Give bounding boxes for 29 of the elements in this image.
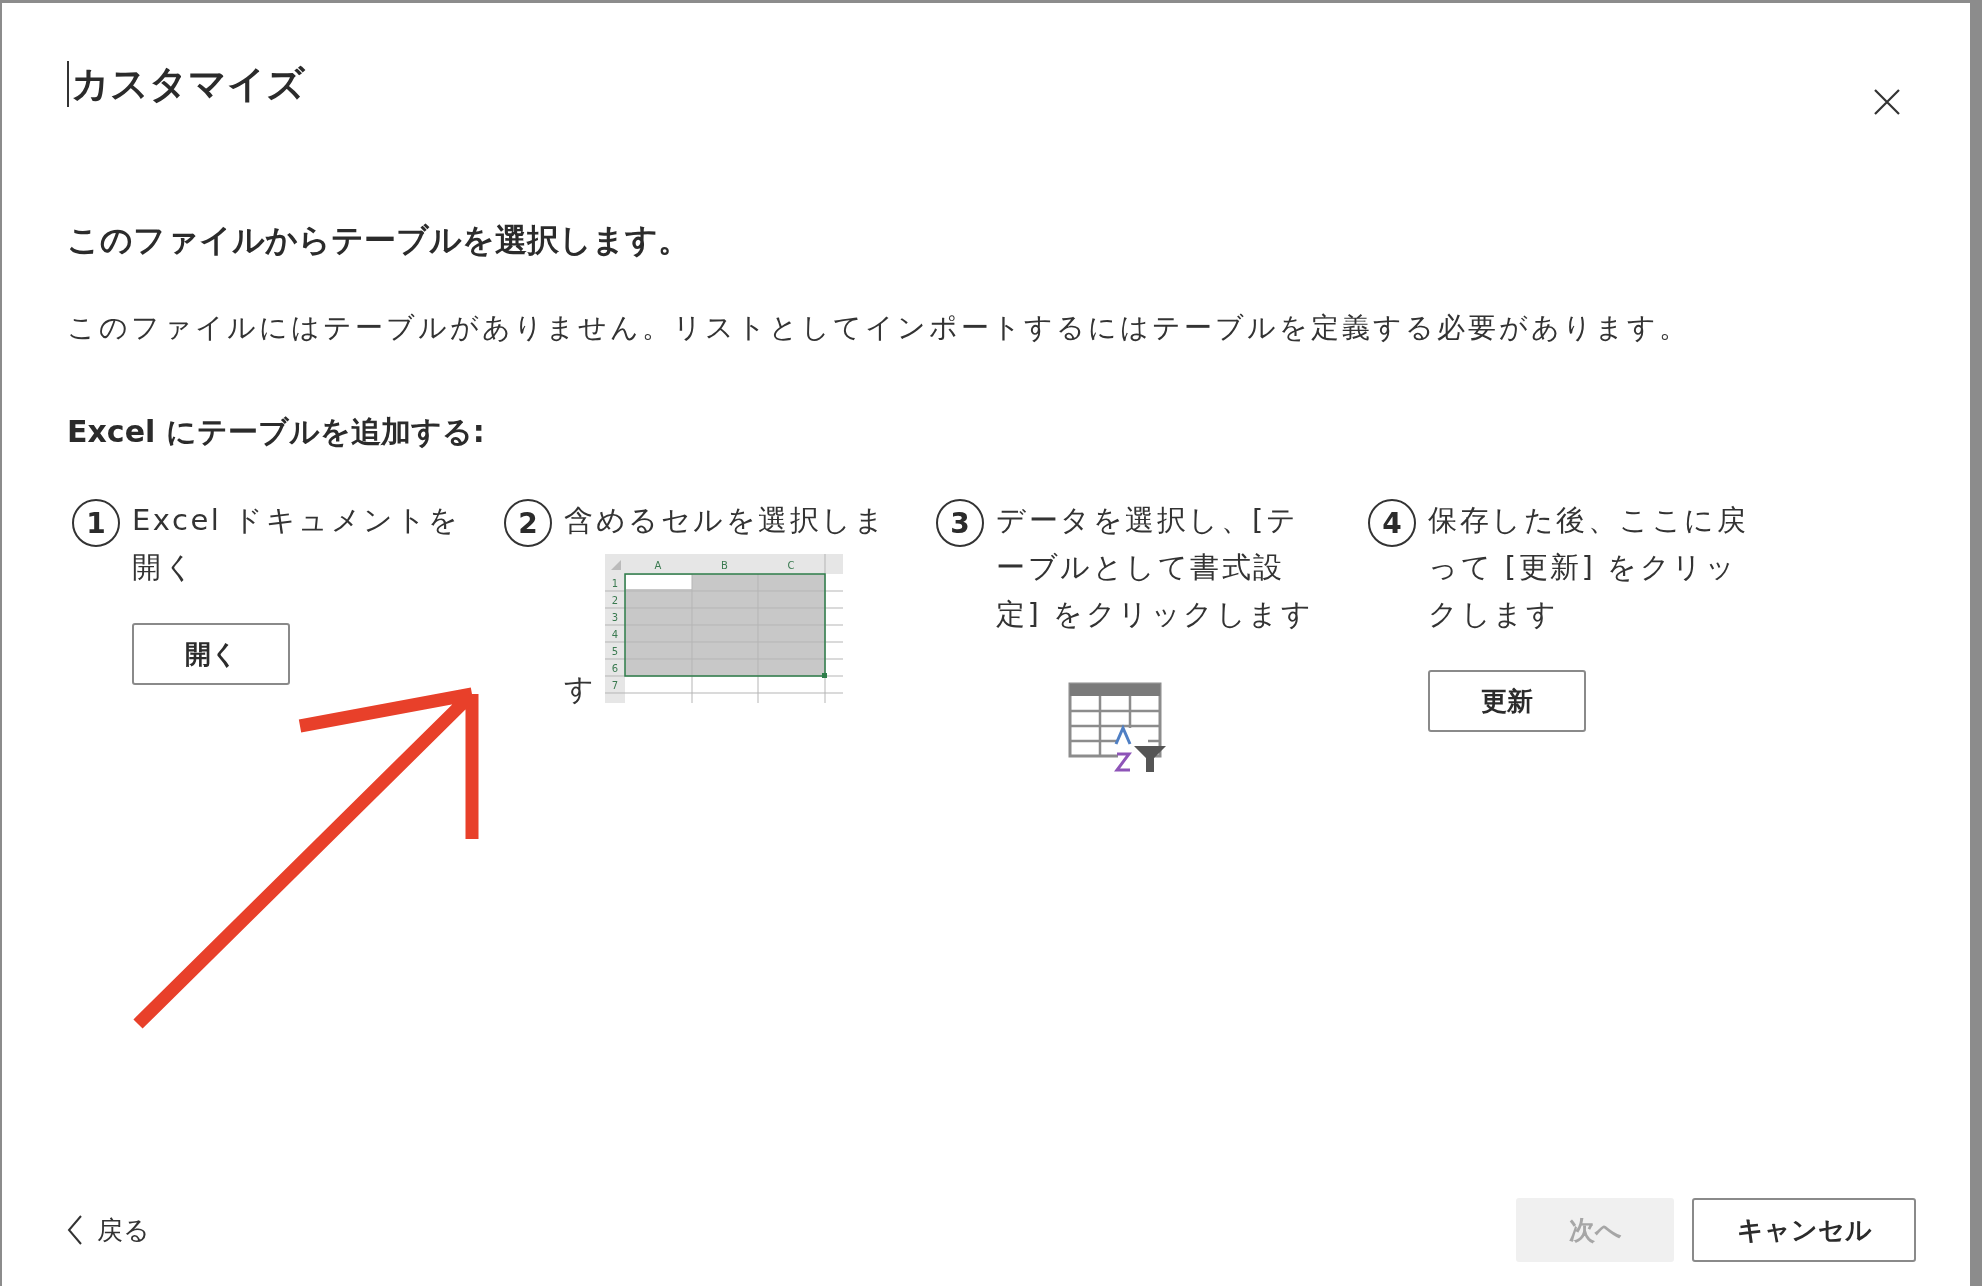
step-button[interactable]: 更新 [1428, 670, 1586, 732]
message-text: このファイルにはテーブルがありません。リストとしてインポートするにはテーブルを定義する必要があります。 [67, 310, 1691, 346]
step-text: 保存した後、ここに戻って [更新] をクリックします [1428, 502, 1749, 633]
step-number: 3 [936, 499, 984, 547]
back-icon [67, 1215, 83, 1245]
dialog-title: カスタマイズ [67, 61, 305, 107]
step-text: Excel ドキュメントを開く [132, 502, 462, 586]
row-header: 2 [611, 595, 618, 606]
row-header: 3 [611, 612, 618, 623]
column-header: A [654, 560, 661, 571]
section-heading: このファイルからテーブルを選択します。 [67, 220, 691, 260]
column-header: B [720, 560, 728, 571]
step-number: 4 [1368, 499, 1416, 547]
step-text: 含めるセルを選択しま [564, 502, 887, 539]
column-header: C [787, 560, 794, 571]
row-header: 1 [611, 578, 618, 589]
row-header: 6 [611, 663, 618, 674]
close-icon[interactable] [1874, 89, 1900, 115]
row-header: 5 [611, 646, 618, 657]
step-text: す [564, 672, 597, 706]
step-text: データを選択し、[テーブルとして書式設定] をクリックします [996, 502, 1315, 633]
row-header: 4 [611, 629, 618, 640]
back-button[interactable]: 戻る [67, 1212, 150, 1248]
section-label: Excel にテーブルを追加する: [67, 413, 486, 451]
cancel-button[interactable]: キャンセル [1692, 1198, 1916, 1262]
step-button[interactable]: 開く [132, 623, 290, 685]
step-number: 1 [72, 499, 120, 547]
row-header: 7 [611, 680, 618, 691]
step-number: 2 [504, 499, 552, 547]
